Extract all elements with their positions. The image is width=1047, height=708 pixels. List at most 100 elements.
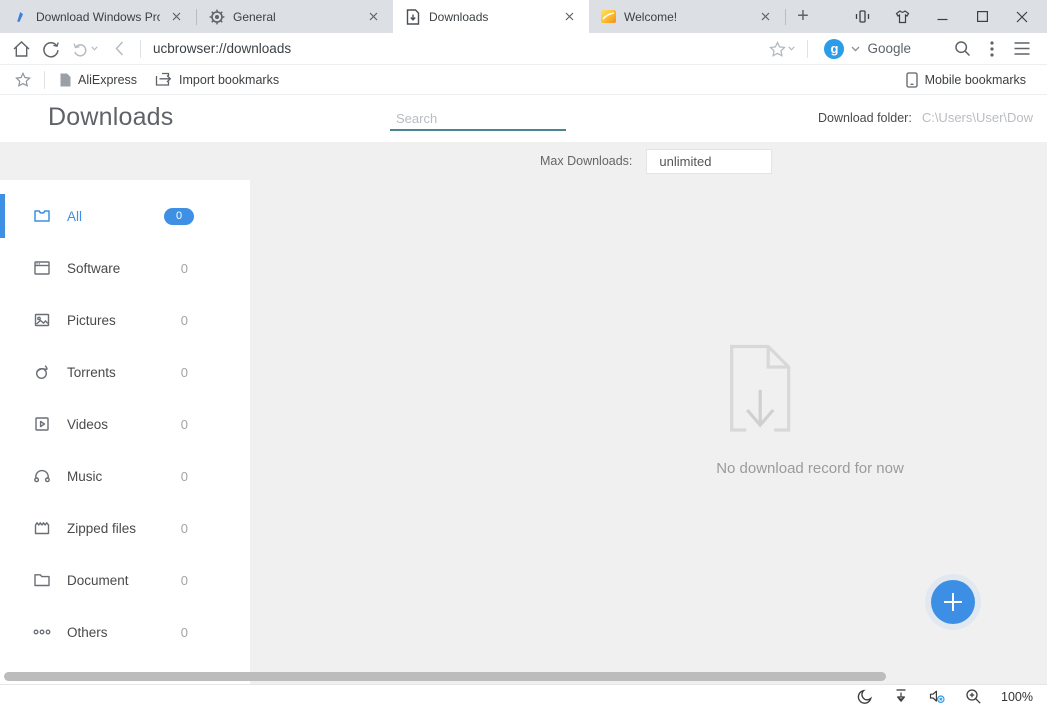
item-count: 0 — [181, 469, 188, 484]
category-sidebar: All 0 Software 0 Pictures 0 — [0, 180, 250, 684]
download-folder-label: Download folder: — [818, 111, 912, 125]
toolbar-separator — [44, 71, 45, 89]
tab-title: General — [233, 10, 357, 24]
sidebar-item-others[interactable]: Others 0 — [0, 606, 250, 658]
mute-speaker-icon[interactable] — [928, 688, 946, 705]
close-window-button[interactable] — [1005, 0, 1039, 33]
download-manager-icon[interactable] — [893, 688, 909, 705]
sidebar-item-music[interactable]: Music 0 — [0, 450, 250, 502]
page-title: Downloads — [48, 103, 173, 132]
sidebar-item-label: Software — [67, 261, 181, 276]
import-bookmarks-button[interactable]: Import bookmarks — [146, 65, 288, 94]
downloads-search[interactable] — [390, 107, 566, 131]
favorites-star-icon[interactable] — [8, 66, 38, 94]
sidebar-item-label: Music — [67, 469, 181, 484]
google-badge-icon: g — [824, 39, 844, 59]
status-bar: 100% — [0, 684, 1047, 708]
max-downloads-label: Max Downloads: — [540, 154, 632, 168]
search-input[interactable] — [394, 111, 572, 126]
zip-file-icon — [32, 518, 52, 538]
minimize-button[interactable] — [925, 0, 959, 33]
sidebar-item-software[interactable]: Software 0 — [0, 242, 250, 294]
mobile-bookmarks-button[interactable]: Mobile bookmarks — [897, 72, 1035, 88]
headphones-icon — [32, 466, 52, 486]
address-bar: ucbrowser://downloads g Google — [0, 33, 1047, 65]
empty-state: No download record for now — [716, 342, 904, 477]
hamburger-menu-icon[interactable] — [1007, 35, 1037, 63]
tab-title: Downloads — [429, 10, 553, 24]
new-tab-button[interactable]: + — [786, 0, 820, 33]
download-folder-path[interactable]: C:\Users\User\Dow — [922, 110, 1033, 125]
sidebar-item-videos[interactable]: Videos 0 — [0, 398, 250, 450]
ellipsis-circles-icon — [32, 622, 52, 642]
sidebar-item-torrents[interactable]: Torrents 0 — [0, 346, 250, 398]
add-download-button[interactable] — [931, 580, 975, 624]
tab-bar: Download Windows Prog General — [0, 0, 1047, 33]
sidebar-item-zipped-files[interactable]: Zipped files 0 — [0, 502, 250, 554]
play-video-icon — [32, 414, 52, 434]
search-icon[interactable] — [947, 35, 977, 63]
max-downloads-band: Max Downloads: — [0, 142, 1047, 180]
download-folder: Download folder: C:\Users\User\Dow — [818, 110, 1047, 125]
zoom-in-magnifier-icon[interactable] — [965, 688, 982, 705]
downloads-page-header: Downloads Download folder: C:\Users\User… — [0, 95, 1047, 142]
close-tab-icon[interactable] — [757, 9, 773, 25]
tab-title: Download Windows Prog — [36, 10, 160, 24]
import-icon — [155, 72, 172, 87]
home-icon[interactable] — [6, 35, 36, 63]
picture-icon — [32, 310, 52, 330]
download-page-icon — [405, 9, 421, 25]
item-count: 0 — [181, 417, 188, 432]
close-tab-icon[interactable] — [561, 9, 577, 25]
bookmark-star-icon[interactable] — [763, 35, 801, 63]
night-mode-moon-icon[interactable] — [857, 688, 874, 705]
sidebar-item-all[interactable]: All 0 — [0, 190, 250, 242]
gear-icon — [209, 9, 225, 25]
tab-title: Welcome! — [624, 10, 749, 24]
downloads-content: All 0 Software 0 Pictures 0 — [0, 180, 1047, 684]
max-downloads-input[interactable] — [646, 149, 772, 174]
window-controls — [845, 0, 1047, 33]
tab-download-windows[interactable]: Download Windows Prog — [0, 0, 196, 33]
phone-icon — [906, 72, 918, 88]
sidebar-item-label: All — [67, 209, 164, 224]
sidebar-item-pictures[interactable]: Pictures 0 — [0, 294, 250, 346]
sidebar-item-document[interactable]: Document 0 — [0, 554, 250, 606]
kebab-menu-icon[interactable] — [977, 35, 1007, 63]
chevron-down-icon — [851, 46, 860, 52]
maximize-button[interactable] — [965, 0, 999, 33]
tab-welcome[interactable]: Welcome! — [589, 0, 785, 33]
downloads-list-area: No download record for now — [250, 180, 1047, 684]
back-chevron-icon[interactable] — [104, 35, 134, 63]
tab-general[interactable]: General — [197, 0, 393, 33]
file-icon — [60, 73, 71, 87]
bookmark-label: Mobile bookmarks — [925, 73, 1026, 87]
sidebar-item-label: Torrents — [67, 365, 181, 380]
acorn-icon — [32, 362, 52, 382]
uc-welcome-icon — [601, 10, 616, 23]
close-tab-icon[interactable] — [168, 9, 184, 25]
app-window-icon — [32, 258, 52, 278]
search-engine-selector[interactable]: g Google — [814, 39, 947, 59]
item-count: 0 — [181, 625, 188, 640]
horizontal-scrollbar[interactable] — [4, 672, 886, 681]
undo-icon[interactable] — [66, 35, 104, 63]
item-count: 0 — [181, 521, 188, 536]
boss-key-icon[interactable] — [845, 0, 879, 33]
sidebar-item-label: Videos — [67, 417, 181, 432]
skin-shirt-icon[interactable] — [885, 0, 919, 33]
bookmark-aliexpress[interactable]: AliExpress — [51, 65, 146, 94]
item-count: 0 — [181, 365, 188, 380]
sidebar-item-label: Others — [67, 625, 181, 640]
close-tab-icon[interactable] — [365, 9, 381, 25]
inbox-tray-icon — [32, 206, 52, 226]
empty-download-file-icon — [716, 342, 804, 434]
count-badge: 0 — [164, 208, 194, 225]
reload-icon[interactable] — [36, 35, 66, 63]
tab-downloads[interactable]: Downloads — [393, 0, 589, 33]
toolbar-separator — [140, 40, 141, 58]
zoom-level[interactable]: 100% — [1001, 690, 1033, 704]
url-field[interactable]: ucbrowser://downloads — [147, 41, 763, 56]
folder-icon — [32, 570, 52, 590]
search-engine-name: Google — [867, 41, 937, 56]
